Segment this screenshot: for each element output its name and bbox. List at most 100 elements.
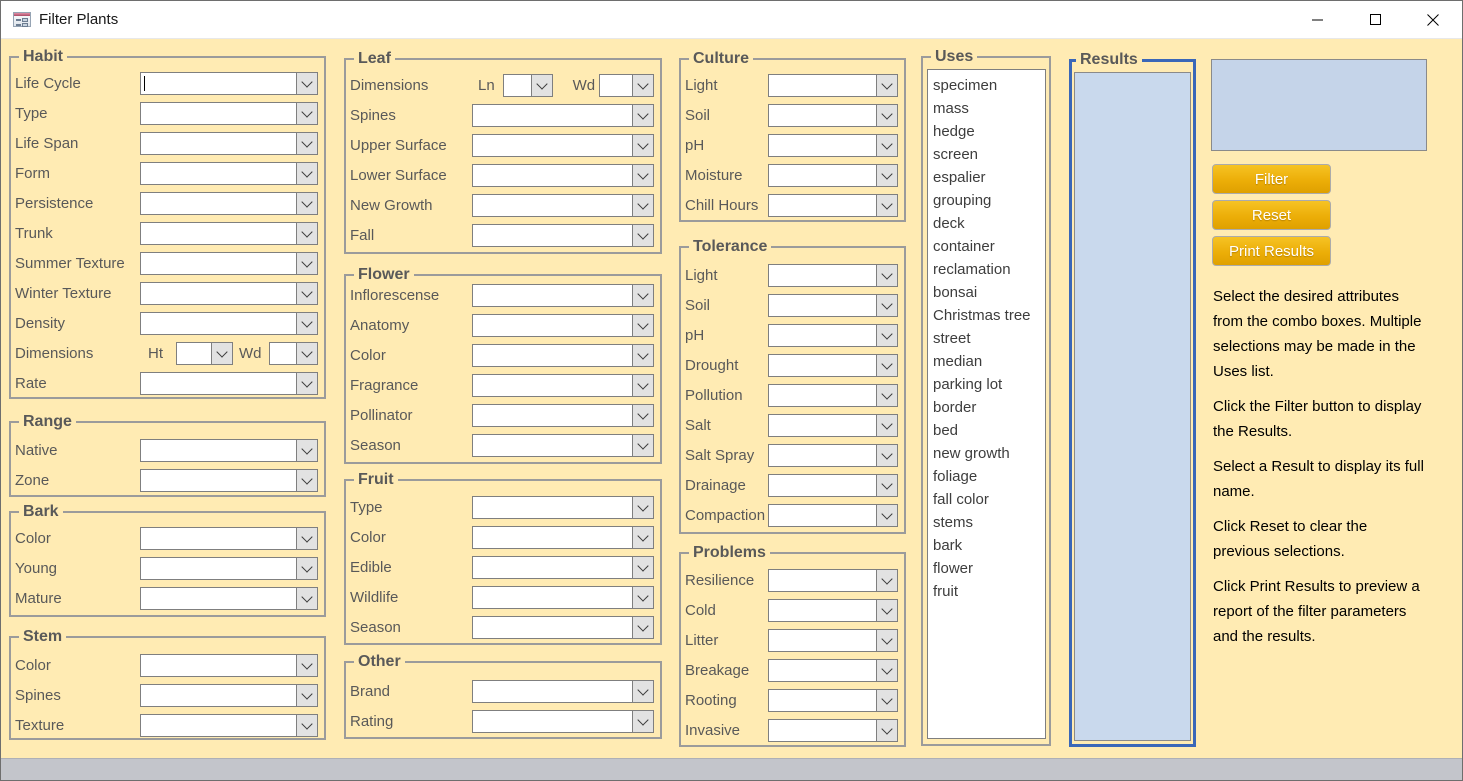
- habit-summer-texture-combo[interactable]: [140, 252, 318, 275]
- combo-text-field[interactable]: [769, 475, 876, 496]
- combo-text-field[interactable]: [504, 75, 531, 96]
- combo-dropdown-button[interactable]: [632, 711, 653, 732]
- fruit-wildlife-combo[interactable]: [472, 586, 654, 609]
- combo-dropdown-button[interactable]: [876, 385, 897, 406]
- flower-pollinator-combo[interactable]: [472, 404, 654, 427]
- flower-fragrance-combo[interactable]: [472, 374, 654, 397]
- combo-text-field[interactable]: [769, 600, 876, 621]
- problems-resilience-combo[interactable]: [768, 569, 898, 592]
- combo-text-field[interactable]: [141, 133, 296, 154]
- combo-text-field[interactable]: [769, 720, 876, 741]
- combo-dropdown-button[interactable]: [296, 373, 317, 394]
- uses-list-item[interactable]: espalier: [928, 166, 1045, 189]
- combo-dropdown-button[interactable]: [296, 223, 317, 244]
- combo-dropdown-button[interactable]: [632, 75, 653, 96]
- leaf-lower-surface-combo[interactable]: [472, 164, 654, 187]
- minimize-button[interactable]: [1288, 1, 1346, 38]
- range-zone-combo[interactable]: [140, 469, 318, 492]
- habit-trunk-combo[interactable]: [140, 222, 318, 245]
- combo-text-field[interactable]: [473, 375, 632, 396]
- combo-text-field[interactable]: [473, 435, 632, 456]
- uses-list-item[interactable]: deck: [928, 212, 1045, 235]
- uses-list-item[interactable]: flower: [928, 557, 1045, 580]
- combo-dropdown-button[interactable]: [296, 685, 317, 706]
- habit-life-span-combo[interactable]: [140, 132, 318, 155]
- tolerance-drainage-combo[interactable]: [768, 474, 898, 497]
- combo-text-field[interactable]: [769, 660, 876, 681]
- combo-text-field[interactable]: [141, 283, 296, 304]
- combo-dropdown-button[interactable]: [876, 505, 897, 526]
- combo-dropdown-button[interactable]: [296, 163, 317, 184]
- combo-text-field[interactable]: [473, 617, 632, 638]
- combo-dropdown-button[interactable]: [296, 655, 317, 676]
- uses-list-item[interactable]: street: [928, 327, 1045, 350]
- combo-dropdown-button[interactable]: [296, 343, 317, 364]
- combo-dropdown-button[interactable]: [632, 587, 653, 608]
- combo-text-field[interactable]: [141, 313, 296, 334]
- other-brand-combo[interactable]: [472, 680, 654, 703]
- combo-text-field[interactable]: [769, 570, 876, 591]
- combo-dropdown-button[interactable]: [876, 165, 897, 186]
- combo-dropdown-button[interactable]: [876, 195, 897, 216]
- combo-text-field[interactable]: [769, 415, 876, 436]
- combo-dropdown-button[interactable]: [876, 600, 897, 621]
- uses-list-item[interactable]: grouping: [928, 189, 1045, 212]
- results-listbox[interactable]: [1074, 72, 1191, 741]
- combo-text-field[interactable]: [473, 135, 632, 156]
- combo-text-field[interactable]: [270, 343, 296, 364]
- combo-dropdown-button[interactable]: [876, 295, 897, 316]
- close-button[interactable]: [1404, 1, 1462, 38]
- bark-young-combo[interactable]: [140, 557, 318, 580]
- combo-text-field[interactable]: [473, 497, 632, 518]
- leaf-dimensions-ln-combo[interactable]: [503, 74, 553, 97]
- problems-cold-combo[interactable]: [768, 599, 898, 622]
- uses-list-item[interactable]: bonsai: [928, 281, 1045, 304]
- combo-dropdown-button[interactable]: [876, 660, 897, 681]
- combo-dropdown-button[interactable]: [211, 343, 232, 364]
- combo-dropdown-button[interactable]: [632, 405, 653, 426]
- fruit-edible-combo[interactable]: [472, 556, 654, 579]
- problems-litter-combo[interactable]: [768, 629, 898, 652]
- reset-button[interactable]: Reset: [1212, 200, 1331, 230]
- combo-text-field[interactable]: [600, 75, 632, 96]
- combo-dropdown-button[interactable]: [632, 435, 653, 456]
- stem-texture-combo[interactable]: [140, 714, 318, 737]
- tolerance-ph-combo[interactable]: [768, 324, 898, 347]
- print-results-button[interactable]: Print Results: [1212, 236, 1331, 266]
- range-native-combo[interactable]: [140, 439, 318, 462]
- combo-text-field[interactable]: [769, 355, 876, 376]
- uses-list-item[interactable]: screen: [928, 143, 1045, 166]
- combo-dropdown-button[interactable]: [296, 588, 317, 609]
- other-rating-combo[interactable]: [472, 710, 654, 733]
- combo-dropdown-button[interactable]: [876, 415, 897, 436]
- leaf-upper-surface-combo[interactable]: [472, 134, 654, 157]
- combo-dropdown-button[interactable]: [876, 325, 897, 346]
- uses-list-item[interactable]: stems: [928, 511, 1045, 534]
- uses-list-item[interactable]: hedge: [928, 120, 1045, 143]
- bark-color-combo[interactable]: [140, 527, 318, 550]
- uses-list-item[interactable]: border: [928, 396, 1045, 419]
- culture-chill-hours-combo[interactable]: [768, 194, 898, 217]
- combo-text-field[interactable]: [769, 265, 876, 286]
- combo-text-field[interactable]: [141, 223, 296, 244]
- combo-text-field[interactable]: [473, 285, 632, 306]
- combo-text-field[interactable]: [141, 253, 296, 274]
- combo-text-field[interactable]: [473, 681, 632, 702]
- combo-dropdown-button[interactable]: [876, 75, 897, 96]
- uses-list-item[interactable]: foliage: [928, 465, 1045, 488]
- combo-text-field[interactable]: [769, 690, 876, 711]
- leaf-fall-combo[interactable]: [472, 224, 654, 247]
- combo-dropdown-button[interactable]: [876, 105, 897, 126]
- combo-dropdown-button[interactable]: [876, 475, 897, 496]
- combo-dropdown-button[interactable]: [296, 253, 317, 274]
- combo-text-field[interactable]: [141, 655, 296, 676]
- combo-dropdown-button[interactable]: [876, 630, 897, 651]
- culture-light-combo[interactable]: [768, 74, 898, 97]
- combo-dropdown-button[interactable]: [632, 165, 653, 186]
- flower-color-combo[interactable]: [472, 344, 654, 367]
- leaf-spines-combo[interactable]: [472, 104, 654, 127]
- combo-dropdown-button[interactable]: [876, 135, 897, 156]
- combo-dropdown-button[interactable]: [632, 135, 653, 156]
- combo-text-field[interactable]: [141, 715, 296, 736]
- combo-text-field[interactable]: [769, 135, 876, 156]
